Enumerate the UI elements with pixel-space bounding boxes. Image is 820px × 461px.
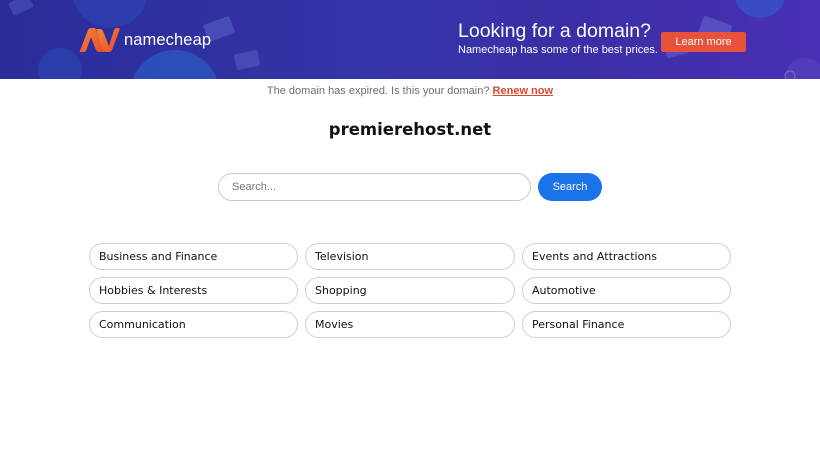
- renew-now-link[interactable]: Renew now: [493, 85, 554, 97]
- related-link-television[interactable]: Television: [305, 243, 515, 270]
- related-links-grid: Business and Finance Television Events a…: [89, 243, 731, 338]
- related-link-personal-finance[interactable]: Personal Finance: [522, 311, 731, 338]
- namecheap-logo-icon: [79, 28, 120, 52]
- promo-banner: namecheap Looking for a domain? Namechea…: [0, 0, 820, 79]
- promo-subtitle: Namecheap has some of the best prices.: [458, 44, 658, 56]
- brand-name: namecheap: [124, 30, 212, 49]
- related-link-hobbies-and-interests[interactable]: Hobbies & Interests: [89, 277, 298, 304]
- related-link-events-and-attractions[interactable]: Events and Attractions: [522, 243, 731, 270]
- related-link-automotive[interactable]: Automotive: [522, 277, 731, 304]
- promo-text: Looking for a domain? Namecheap has some…: [458, 19, 658, 57]
- domain-name: premierehost.net: [328, 120, 492, 139]
- related-link-shopping[interactable]: Shopping: [305, 277, 515, 304]
- related-link-communication[interactable]: Communication: [89, 311, 298, 338]
- related-link-business-and-finance[interactable]: Business and Finance: [89, 243, 298, 270]
- expiry-notice-text: The domain has expired. Is this your dom…: [266, 85, 490, 97]
- learn-more-button[interactable]: Learn more: [661, 32, 746, 52]
- related-link-movies[interactable]: Movies: [305, 311, 515, 338]
- promo-title: Looking for a domain?: [458, 20, 651, 42]
- expiry-notice: The domain has expired. Is this your dom…: [0, 85, 820, 97]
- namecheap-logo[interactable]: namecheap: [78, 27, 211, 53]
- search-input[interactable]: [218, 173, 531, 201]
- search-button[interactable]: Search: [538, 173, 602, 201]
